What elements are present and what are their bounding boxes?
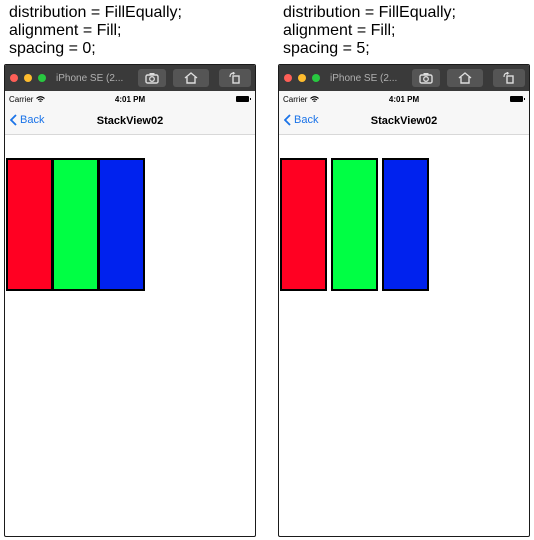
- navigation-bar: Back StackView02: [279, 107, 529, 135]
- nav-title: StackView02: [96, 115, 164, 127]
- blue-view: [98, 158, 145, 291]
- zoom-window-button[interactable]: [38, 74, 46, 82]
- screenshot-button[interactable]: [138, 69, 166, 87]
- rotate-icon: [229, 72, 240, 84]
- close-window-button[interactable]: [284, 74, 292, 82]
- caption-line-distribution: distribution = FillEqually;: [283, 4, 456, 21]
- status-time: 4:01 PM: [388, 95, 420, 104]
- caption-line-spacing: spacing = 0;: [9, 40, 96, 57]
- status-time: 4:01 PM: [114, 95, 146, 104]
- rotate-button[interactable]: [493, 69, 525, 87]
- window-controls: [284, 74, 320, 82]
- minimize-window-button[interactable]: [24, 74, 32, 82]
- home-icon: [458, 72, 472, 84]
- simulator-window: iPhone SE (2... Carrier 4:01 PM Back Sta…: [278, 64, 530, 537]
- status-bar: Carrier 4:01 PM: [279, 91, 529, 107]
- status-bar: Carrier 4:01 PM: [5, 91, 255, 107]
- simulator-window: iPhone SE (2... Carrier 4:01 PM Back Sta…: [4, 64, 256, 537]
- close-window-button[interactable]: [10, 74, 18, 82]
- green-view: [331, 158, 378, 291]
- screenshot-button[interactable]: [412, 69, 440, 87]
- camera-icon: [145, 73, 159, 84]
- simulator-titlebar: iPhone SE (2...: [279, 65, 529, 91]
- rotate-icon: [503, 72, 514, 84]
- home-icon: [184, 72, 198, 84]
- caption-line-distribution: distribution = FillEqually;: [9, 4, 182, 21]
- panel-spacing-0: distribution = FillEqually; alignment = …: [4, 0, 256, 540]
- red-view: [280, 158, 327, 291]
- home-button[interactable]: [173, 69, 209, 87]
- camera-icon: [419, 73, 433, 84]
- window-controls: [10, 74, 46, 82]
- simulator-titlebar: iPhone SE (2...: [5, 65, 255, 91]
- code-caption: distribution = FillEqually; alignment = …: [283, 4, 456, 58]
- navigation-bar: Back StackView02: [5, 107, 255, 135]
- code-caption: distribution = FillEqually; alignment = …: [9, 4, 182, 58]
- blue-view: [382, 158, 429, 291]
- minimize-window-button[interactable]: [298, 74, 306, 82]
- panel-spacing-5: distribution = FillEqually; alignment = …: [278, 0, 530, 540]
- caption-line-alignment: alignment = Fill;: [9, 22, 122, 39]
- caption-line-spacing: spacing = 5;: [283, 40, 370, 57]
- battery-icon: [510, 96, 525, 102]
- device-name: iPhone SE (2...: [330, 72, 398, 84]
- nav-title: StackView02: [370, 115, 438, 127]
- green-view: [52, 158, 99, 291]
- zoom-window-button[interactable]: [312, 74, 320, 82]
- caption-line-alignment: alignment = Fill;: [283, 22, 396, 39]
- red-view: [6, 158, 53, 291]
- home-button[interactable]: [447, 69, 483, 87]
- battery-icon: [236, 96, 251, 102]
- device-name: iPhone SE (2...: [56, 72, 124, 84]
- rotate-button[interactable]: [219, 69, 251, 87]
